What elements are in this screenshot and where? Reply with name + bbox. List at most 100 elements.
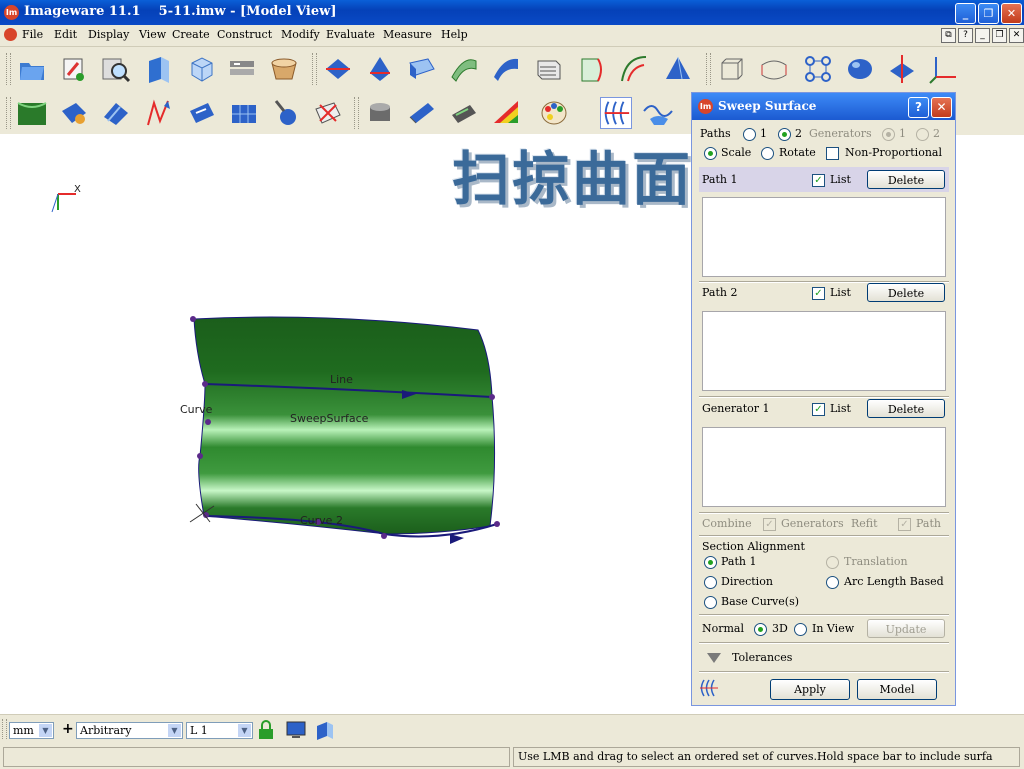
align-arclength-radio[interactable] <box>826 576 839 589</box>
offset-surface-icon[interactable] <box>576 53 608 85</box>
mdi-restore-button[interactable]: ❐ <box>992 28 1007 43</box>
non-proportional-checkbox[interactable] <box>826 147 839 160</box>
normal-inview-radio[interactable] <box>794 623 807 636</box>
surface-diamond-icon[interactable] <box>364 53 396 85</box>
lock-icon[interactable] <box>257 720 275 740</box>
menu-display[interactable]: Display <box>88 28 129 41</box>
combine-generators-checkbox[interactable]: ✓ <box>763 518 776 531</box>
align-direction-radio[interactable] <box>704 576 717 589</box>
delete-surface-icon[interactable] <box>312 97 344 129</box>
blend-surface-icon[interactable] <box>532 53 564 85</box>
wave-surface-icon[interactable] <box>642 97 674 129</box>
toolbar-grip[interactable] <box>2 719 7 739</box>
path1-list-checkbox[interactable]: ✓ <box>812 174 825 187</box>
orientation-select[interactable]: Arbitrary ▼ <box>76 722 183 739</box>
generator1-list-checkbox[interactable]: ✓ <box>812 403 825 416</box>
menu-construct[interactable]: Construct <box>217 28 272 41</box>
menu-modify[interactable]: Modify <box>281 28 320 41</box>
green-surface-icon[interactable] <box>16 97 48 129</box>
normal-3d-radio[interactable] <box>754 623 767 636</box>
paths-2-radio[interactable] <box>778 128 791 141</box>
menu-file[interactable]: File <box>22 28 43 41</box>
surface-tool-icon[interactable] <box>58 97 90 129</box>
menu-edit[interactable]: Edit <box>54 28 77 41</box>
flat-surface-icon[interactable] <box>406 97 438 129</box>
palette-icon[interactable] <box>540 97 572 129</box>
mdi-help-button[interactable]: ? <box>958 28 973 43</box>
mdi-tile-button[interactable]: ⧉ <box>941 28 956 43</box>
cube-view-icon[interactable] <box>184 53 216 85</box>
import-icon[interactable] <box>58 53 90 85</box>
menu-measure[interactable]: Measure <box>383 28 432 41</box>
path2-listbox[interactable] <box>702 311 946 391</box>
wire-box-icon[interactable] <box>716 53 748 85</box>
toolbar-grip[interactable] <box>6 97 11 129</box>
plus-icon[interactable]: + <box>62 721 74 737</box>
chevron-down-icon[interactable]: ▼ <box>238 724 251 737</box>
align-path1-radio[interactable] <box>704 556 717 569</box>
surface-stack-icon[interactable] <box>100 97 132 129</box>
align-translation-radio[interactable] <box>826 556 839 569</box>
monitor-icon[interactable] <box>285 720 307 740</box>
grid-surface-icon[interactable] <box>228 97 260 129</box>
toolbar-grip[interactable] <box>354 97 359 129</box>
generator1-delete-button[interactable]: Delete <box>867 399 945 418</box>
dialog-close-button[interactable]: ✕ <box>931 97 952 118</box>
generators-1-radio[interactable] <box>882 128 895 141</box>
paths-1-radio[interactable] <box>743 128 756 141</box>
model-viewport[interactable]: X Line Curve SweepSurface Curve 2 <box>0 134 692 714</box>
close-button[interactable]: ✕ <box>1001 3 1022 24</box>
align-basecurves-radio[interactable] <box>704 596 717 609</box>
network-icon[interactable] <box>802 53 834 85</box>
sphere-tool-icon[interactable] <box>270 97 302 129</box>
menu-create[interactable]: Create <box>172 28 210 41</box>
restore-button[interactable]: ❐ <box>978 3 999 24</box>
path2-delete-button[interactable]: Delete <box>867 283 945 302</box>
toolbar-grip[interactable] <box>706 53 711 85</box>
chevron-down-icon[interactable]: ▼ <box>168 724 181 737</box>
menu-view[interactable]: View <box>139 28 166 41</box>
cone-icon[interactable] <box>662 53 694 85</box>
page-view-icon[interactable] <box>143 53 175 85</box>
path1-delete-button[interactable]: Delete <box>867 170 945 189</box>
toolbar-grip[interactable] <box>312 53 317 85</box>
magnify-icon[interactable] <box>99 53 131 85</box>
revolve-surface-icon[interactable] <box>448 53 480 85</box>
cylinder-icon[interactable] <box>364 97 396 129</box>
layer-select[interactable]: L 1 ▼ <box>186 722 253 739</box>
curve-direction-icon[interactable] <box>142 97 174 129</box>
model-button[interactable]: Model <box>857 679 937 700</box>
update-button[interactable]: Update <box>867 619 945 638</box>
mdi-close-button[interactable]: ✕ <box>1009 28 1024 43</box>
menu-evaluate[interactable]: Evaluate <box>326 28 375 41</box>
units-select[interactable]: mm ▼ <box>9 722 54 739</box>
view-plane-icon[interactable] <box>314 720 336 740</box>
generators-2-radio[interactable] <box>916 128 929 141</box>
path1-listbox[interactable] <box>702 197 946 277</box>
layers-icon[interactable] <box>226 53 258 85</box>
dialog-title-bar[interactable]: Im Sweep Surface ? ✕ <box>692 93 955 120</box>
loft-surface-icon[interactable] <box>490 53 522 85</box>
plane-icon[interactable] <box>886 53 918 85</box>
color-map-icon[interactable] <box>490 97 522 129</box>
wire-shape-icon[interactable] <box>758 53 790 85</box>
apply-button[interactable]: Apply <box>770 679 850 700</box>
minimize-button[interactable]: _ <box>955 3 976 24</box>
generator1-listbox[interactable] <box>702 427 946 507</box>
mdi-minimize-button[interactable]: _ <box>975 28 990 43</box>
path2-list-checkbox[interactable]: ✓ <box>812 287 825 300</box>
patch-icon[interactable] <box>448 97 480 129</box>
bowl-icon[interactable] <box>268 53 300 85</box>
curve-on-surface-icon[interactable] <box>618 53 650 85</box>
dialog-help-button[interactable]: ? <box>908 97 929 118</box>
extrude-surface-icon[interactable] <box>406 53 438 85</box>
refit-path-checkbox[interactable]: ✓ <box>898 518 911 531</box>
menu-help[interactable]: Help <box>441 28 468 41</box>
tolerances-expand-icon[interactable] <box>706 652 722 664</box>
document-icon[interactable] <box>4 28 17 41</box>
sweep-surface-icon[interactable] <box>600 97 632 129</box>
mode-scale-radio[interactable] <box>704 147 717 160</box>
solid-shape-icon[interactable] <box>844 53 876 85</box>
mode-rotate-radio[interactable] <box>761 147 774 160</box>
surface-red-icon[interactable] <box>322 53 354 85</box>
